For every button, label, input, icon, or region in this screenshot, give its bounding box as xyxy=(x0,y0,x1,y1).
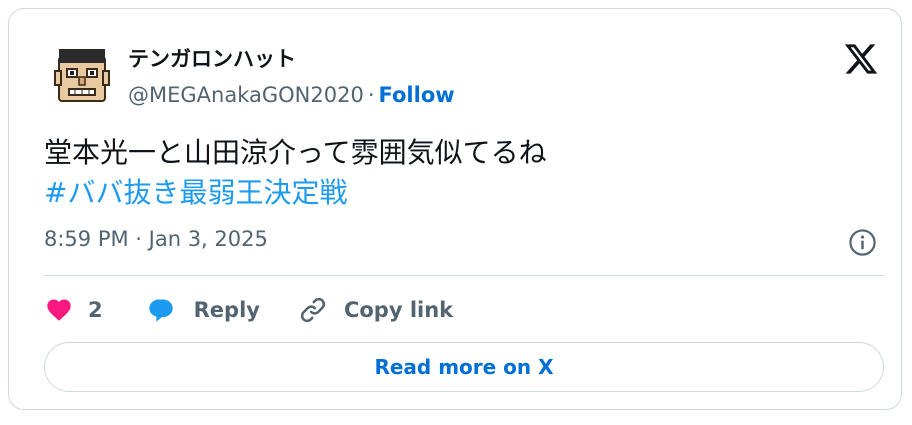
heart-icon xyxy=(47,299,71,321)
copy-link-label: Copy link xyxy=(343,298,454,322)
reply-label: Reply xyxy=(193,298,260,322)
reply-button[interactable]: Reply xyxy=(145,296,260,324)
x-logo-icon[interactable] xyxy=(843,41,879,77)
like-count: 2 xyxy=(88,298,103,322)
follow-link[interactable]: Follow xyxy=(379,83,455,107)
tweet-text: 堂本光一と山田涼介って雰囲気似てるね #ババ抜き最弱王決定戦 xyxy=(44,133,547,213)
read-more-button[interactable]: Read more on X xyxy=(44,342,884,392)
action-bar: 2 Reply Copy link xyxy=(44,293,453,327)
info-icon[interactable] xyxy=(848,228,877,257)
tweet-body: 堂本光一と山田涼介って雰囲気似てるね xyxy=(44,136,547,169)
hashtag-link[interactable]: #ババ抜き最弱王決定戦 xyxy=(44,173,547,213)
author-display-name[interactable]: テンガロンハット xyxy=(128,43,296,73)
link-icon xyxy=(300,297,326,323)
embedded-tweet-card: テンガロンハット @MEGAnakaGON2020 · Follow 堂本光一と山田… xyxy=(8,8,902,410)
like-button[interactable]: 2 xyxy=(44,296,103,324)
author-handle[interactable]: @MEGAnakaGON2020 xyxy=(128,83,364,107)
divider xyxy=(44,275,884,276)
avatar-image xyxy=(54,49,110,102)
separator-dot: · xyxy=(367,83,375,107)
copy-link-button[interactable]: Copy link xyxy=(298,295,453,325)
reply-bubble-icon xyxy=(148,299,173,322)
author-handle-row: @MEGAnakaGON2020 · Follow xyxy=(128,83,455,107)
avatar[interactable] xyxy=(53,47,111,105)
tweet-timestamp[interactable]: 8:59 PM · Jan 3, 2025 xyxy=(44,227,268,251)
